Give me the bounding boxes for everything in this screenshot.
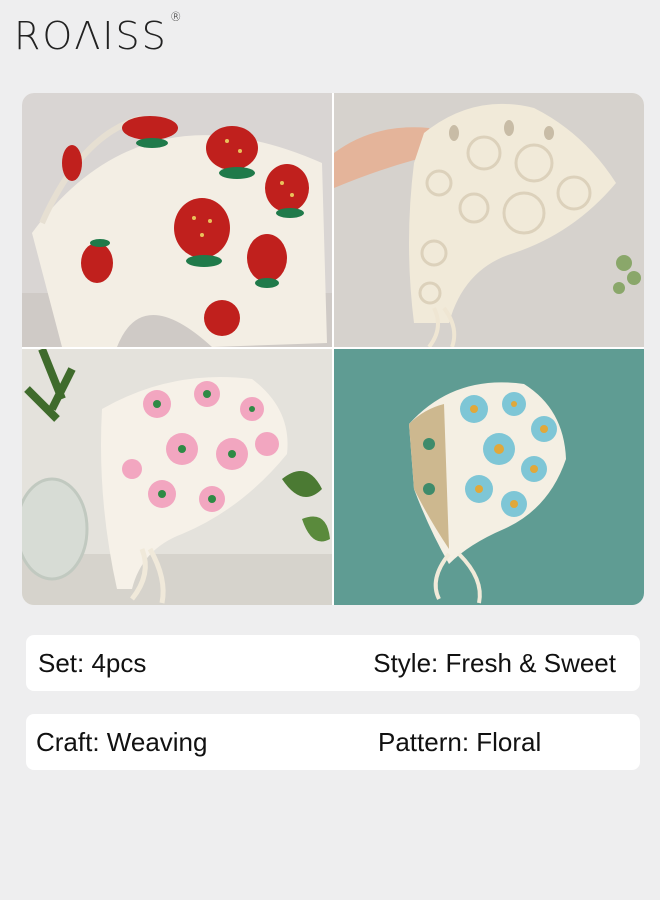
registered-mark: ®	[169, 10, 184, 25]
brand-logo: ROΛISS ®	[14, 10, 184, 58]
style-spec: Style: Fresh & Sweet	[373, 648, 616, 678]
strawberry-headscarf-image[interactable]	[22, 93, 332, 347]
pattern-spec: Pattern: Floral	[378, 727, 542, 757]
brand-name: ROΛISS	[14, 14, 168, 58]
set-spec: Set: 4pcs	[38, 648, 147, 678]
spec-row-2: Craft: Weaving Pattern: Floral	[26, 714, 640, 770]
pink-flower-headscarf-image[interactable]	[22, 349, 332, 605]
spec-row-1: Set: 4pcs Style: Fresh & Sweet	[26, 635, 640, 691]
cream-lace-headscarf-image[interactable]	[334, 93, 644, 347]
product-image-grid	[22, 93, 644, 605]
blue-flower-headscarf-image[interactable]	[334, 349, 644, 605]
craft-spec: Craft: Weaving	[36, 727, 208, 757]
